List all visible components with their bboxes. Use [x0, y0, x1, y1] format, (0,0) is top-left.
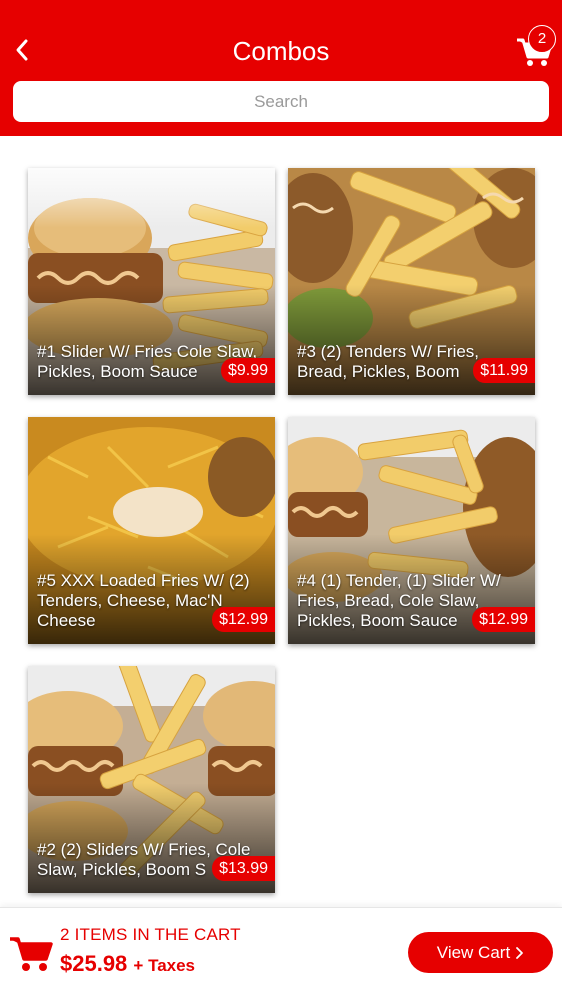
product-card[interactable]: #1 Slider W/ Fries Cole Slaw, Pickles, B… [28, 168, 275, 395]
cart-total-amount: $25.98 [60, 951, 128, 976]
product-price: $13.99 [212, 856, 275, 881]
back-arrow-icon [16, 39, 28, 61]
product-card[interactable]: #2 (2) Sliders W/ Fries, Cole Slaw, Pick… [28, 666, 275, 893]
app-header: Combos 2 [0, 0, 562, 136]
image-fade [28, 168, 275, 228]
product-price: $12.99 [472, 607, 535, 632]
cart-icon [10, 937, 53, 971]
search-input[interactable] [13, 81, 549, 122]
product-price: $12.99 [212, 607, 275, 632]
view-cart-button[interactable]: View Cart [408, 932, 553, 973]
product-price: $11.99 [473, 358, 535, 383]
back-button[interactable] [8, 34, 36, 66]
cart-count-badge: 2 [528, 25, 556, 53]
cart-taxes-label: + Taxes [133, 956, 196, 975]
page-title: Combos [232, 36, 330, 66]
product-price: $9.99 [220, 358, 275, 383]
cart-total: $25.98 + Taxes [60, 951, 195, 977]
product-card[interactable]: #4 (1) Tender, (1) Slider W/ Fries, Brea… [288, 417, 535, 644]
product-card[interactable]: #5 XXX Loaded Fries W/ (2) Tenders, Chee… [28, 417, 275, 644]
cart-items-count-text: 2 ITEMS IN THE CART [60, 925, 241, 944]
cart-summary-bar: 2 ITEMS IN THE CART $25.98 + Taxes View … [0, 907, 562, 1000]
view-cart-label: View Cart [436, 942, 511, 962]
product-card[interactable]: #3 (2) Tenders W/ Fries, Bread, Pickles,… [288, 168, 535, 395]
chevron-right-icon [516, 946, 524, 959]
